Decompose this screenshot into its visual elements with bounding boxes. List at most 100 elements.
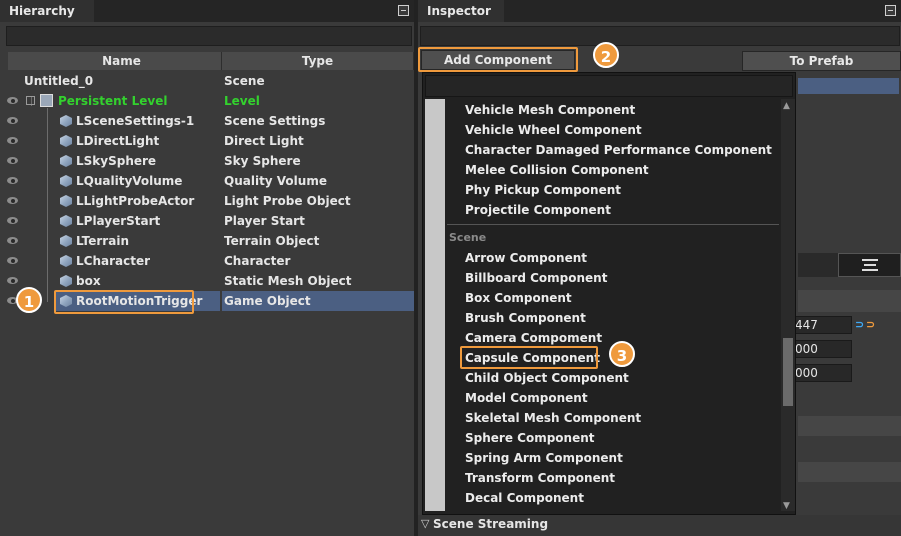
hierarchy-search-input[interactable] bbox=[6, 26, 412, 46]
row-name: LQualityVolume bbox=[76, 174, 183, 188]
component-item[interactable]: Child Object Component bbox=[465, 368, 629, 388]
scroll-down-icon[interactable]: ▼ bbox=[783, 501, 790, 511]
dropdown-scrollbar[interactable] bbox=[781, 99, 795, 511]
callout-box-2 bbox=[418, 47, 578, 72]
callout-badge-3: 3 bbox=[609, 341, 635, 367]
visibility-eye-icon[interactable] bbox=[6, 116, 20, 126]
visibility-eye-icon[interactable] bbox=[6, 216, 20, 226]
visibility-eye-icon[interactable] bbox=[6, 256, 20, 266]
component-item[interactable]: Phy Pickup Component bbox=[465, 180, 621, 200]
category-divider bbox=[447, 224, 779, 225]
collapse-toggle-icon[interactable] bbox=[26, 96, 35, 105]
component-item[interactable]: Brush Component bbox=[465, 308, 586, 328]
pin-icon[interactable] bbox=[398, 5, 409, 16]
tree-row[interactable]: LDirectLight Direct Light bbox=[0, 131, 414, 151]
component-item[interactable]: Character Damaged Performance Component bbox=[465, 140, 772, 160]
tree-row[interactable]: LCharacter Character bbox=[0, 251, 414, 271]
chevron-down-icon: ▽ bbox=[421, 517, 430, 530]
visibility-eye-icon[interactable] bbox=[6, 136, 20, 146]
callout-badge-1: 1 bbox=[16, 287, 42, 313]
row-type: Game Object bbox=[224, 294, 311, 308]
component-item[interactable]: Vehicle Mesh Component bbox=[465, 100, 635, 120]
component-item[interactable]: Skeletal Mesh Component bbox=[465, 408, 641, 428]
header-corner bbox=[8, 52, 22, 70]
tree-row[interactable]: LPlayerStart Player Start bbox=[0, 211, 414, 231]
cube-icon bbox=[60, 235, 72, 247]
component-item[interactable]: Camera Compoment bbox=[465, 328, 602, 348]
row-type: Scene Settings bbox=[224, 114, 326, 128]
row-type: Terrain Object bbox=[224, 234, 320, 248]
row-type: Scene bbox=[224, 74, 265, 88]
visibility-eye-icon[interactable] bbox=[6, 156, 20, 166]
component-item[interactable]: Projectile Component bbox=[465, 200, 611, 220]
component-search-input[interactable] bbox=[425, 75, 793, 97]
level-icon bbox=[40, 94, 53, 107]
tree-row[interactable]: box Static Mesh Object bbox=[0, 271, 414, 291]
column-header-name[interactable]: Name bbox=[22, 52, 222, 70]
cube-icon bbox=[60, 255, 72, 267]
row-name: Persistent Level bbox=[58, 94, 168, 108]
component-item[interactable]: Melee Collision Component bbox=[465, 160, 649, 180]
row-name: LCharacter bbox=[76, 254, 151, 268]
row-name: LSceneSettings-1 bbox=[76, 114, 195, 128]
component-item[interactable]: Sphere Component bbox=[465, 428, 595, 448]
cube-icon bbox=[60, 275, 72, 287]
inspector-section-header bbox=[798, 462, 901, 482]
row-type: Character bbox=[224, 254, 291, 268]
tree-row[interactable]: LSceneSettings-1 Scene Settings bbox=[0, 111, 414, 131]
visibility-eye-icon[interactable] bbox=[6, 96, 20, 106]
row-name: LSkySphere bbox=[76, 154, 157, 168]
visibility-eye-icon[interactable] bbox=[6, 276, 20, 286]
inspector-search-input[interactable] bbox=[420, 26, 900, 46]
tree-row-level[interactable]: Persistent Level Level bbox=[0, 91, 414, 111]
row-type: Quality Volume bbox=[224, 174, 327, 188]
component-item[interactable]: Model Component bbox=[465, 388, 588, 408]
row-type: Player Start bbox=[224, 214, 305, 228]
component-item[interactable]: Decal Component bbox=[465, 488, 584, 508]
row-type: Light Probe Object bbox=[224, 194, 351, 208]
scene-streaming-label: Scene Streaming bbox=[433, 517, 549, 531]
callout-box-3 bbox=[460, 346, 598, 369]
row-type: Direct Light bbox=[224, 134, 304, 148]
row-name: box bbox=[76, 274, 101, 288]
row-name: LDirectLight bbox=[76, 134, 160, 148]
tree-row[interactable]: LSkySphere Sky Sphere bbox=[0, 151, 414, 171]
cube-icon bbox=[60, 195, 72, 207]
row-type: Static Mesh Object bbox=[224, 274, 352, 288]
visibility-eye-icon[interactable] bbox=[6, 236, 20, 246]
reset-icon[interactable]: ⊃ bbox=[866, 318, 875, 331]
row-name: LLightProbeActor bbox=[76, 194, 195, 208]
component-item[interactable]: Vehicle Wheel Component bbox=[465, 120, 642, 140]
tree-row[interactable]: LLightProbeActor Light Probe Object bbox=[0, 191, 414, 211]
row-name: Untitled_0 bbox=[24, 74, 94, 88]
transform-field[interactable]: 000 bbox=[792, 340, 852, 358]
component-item[interactable]: Box Component bbox=[465, 288, 572, 308]
tree-row[interactable]: LTerrain Terrain Object bbox=[0, 231, 414, 251]
component-item[interactable]: Arrow Component bbox=[465, 248, 587, 268]
transform-field[interactable]: 447 bbox=[792, 316, 852, 334]
scrollbar-thumb[interactable] bbox=[783, 338, 793, 406]
tree-row-scene[interactable]: Untitled_0 Scene bbox=[0, 71, 414, 91]
to-prefab-button[interactable]: To Prefab bbox=[742, 51, 901, 71]
hierarchy-tab[interactable]: Hierarchy bbox=[0, 0, 94, 22]
component-item[interactable]: Billboard Component bbox=[465, 268, 607, 288]
component-item[interactable]: Spring Arm Component bbox=[465, 448, 623, 468]
tree-row[interactable]: LQualityVolume Quality Volume bbox=[0, 171, 414, 191]
inspector-section-header bbox=[798, 290, 901, 312]
pin-icon[interactable] bbox=[885, 5, 896, 16]
visibility-eye-icon[interactable] bbox=[6, 196, 20, 206]
inspector-tab[interactable]: Inspector bbox=[418, 0, 504, 22]
row-type: Sky Sphere bbox=[224, 154, 301, 168]
add-component-dropdown: Vehicle Mesh Component Vehicle Wheel Com… bbox=[422, 72, 796, 515]
transform-field[interactable]: 000 bbox=[792, 364, 852, 382]
cube-icon bbox=[60, 135, 72, 147]
component-item[interactable]: Transform Component bbox=[465, 468, 615, 488]
dropdown-side-strip bbox=[425, 99, 445, 511]
link-icon[interactable]: ⊃ bbox=[855, 318, 864, 331]
visibility-eye-icon[interactable] bbox=[6, 176, 20, 186]
column-header-type[interactable]: Type bbox=[222, 52, 414, 70]
callout-badge-2: 2 bbox=[593, 42, 619, 68]
scroll-up-icon[interactable]: ▲ bbox=[783, 101, 790, 111]
cube-icon bbox=[60, 215, 72, 227]
hierarchy-tree: Untitled_0 Scene Persistent Level Level … bbox=[0, 71, 414, 311]
